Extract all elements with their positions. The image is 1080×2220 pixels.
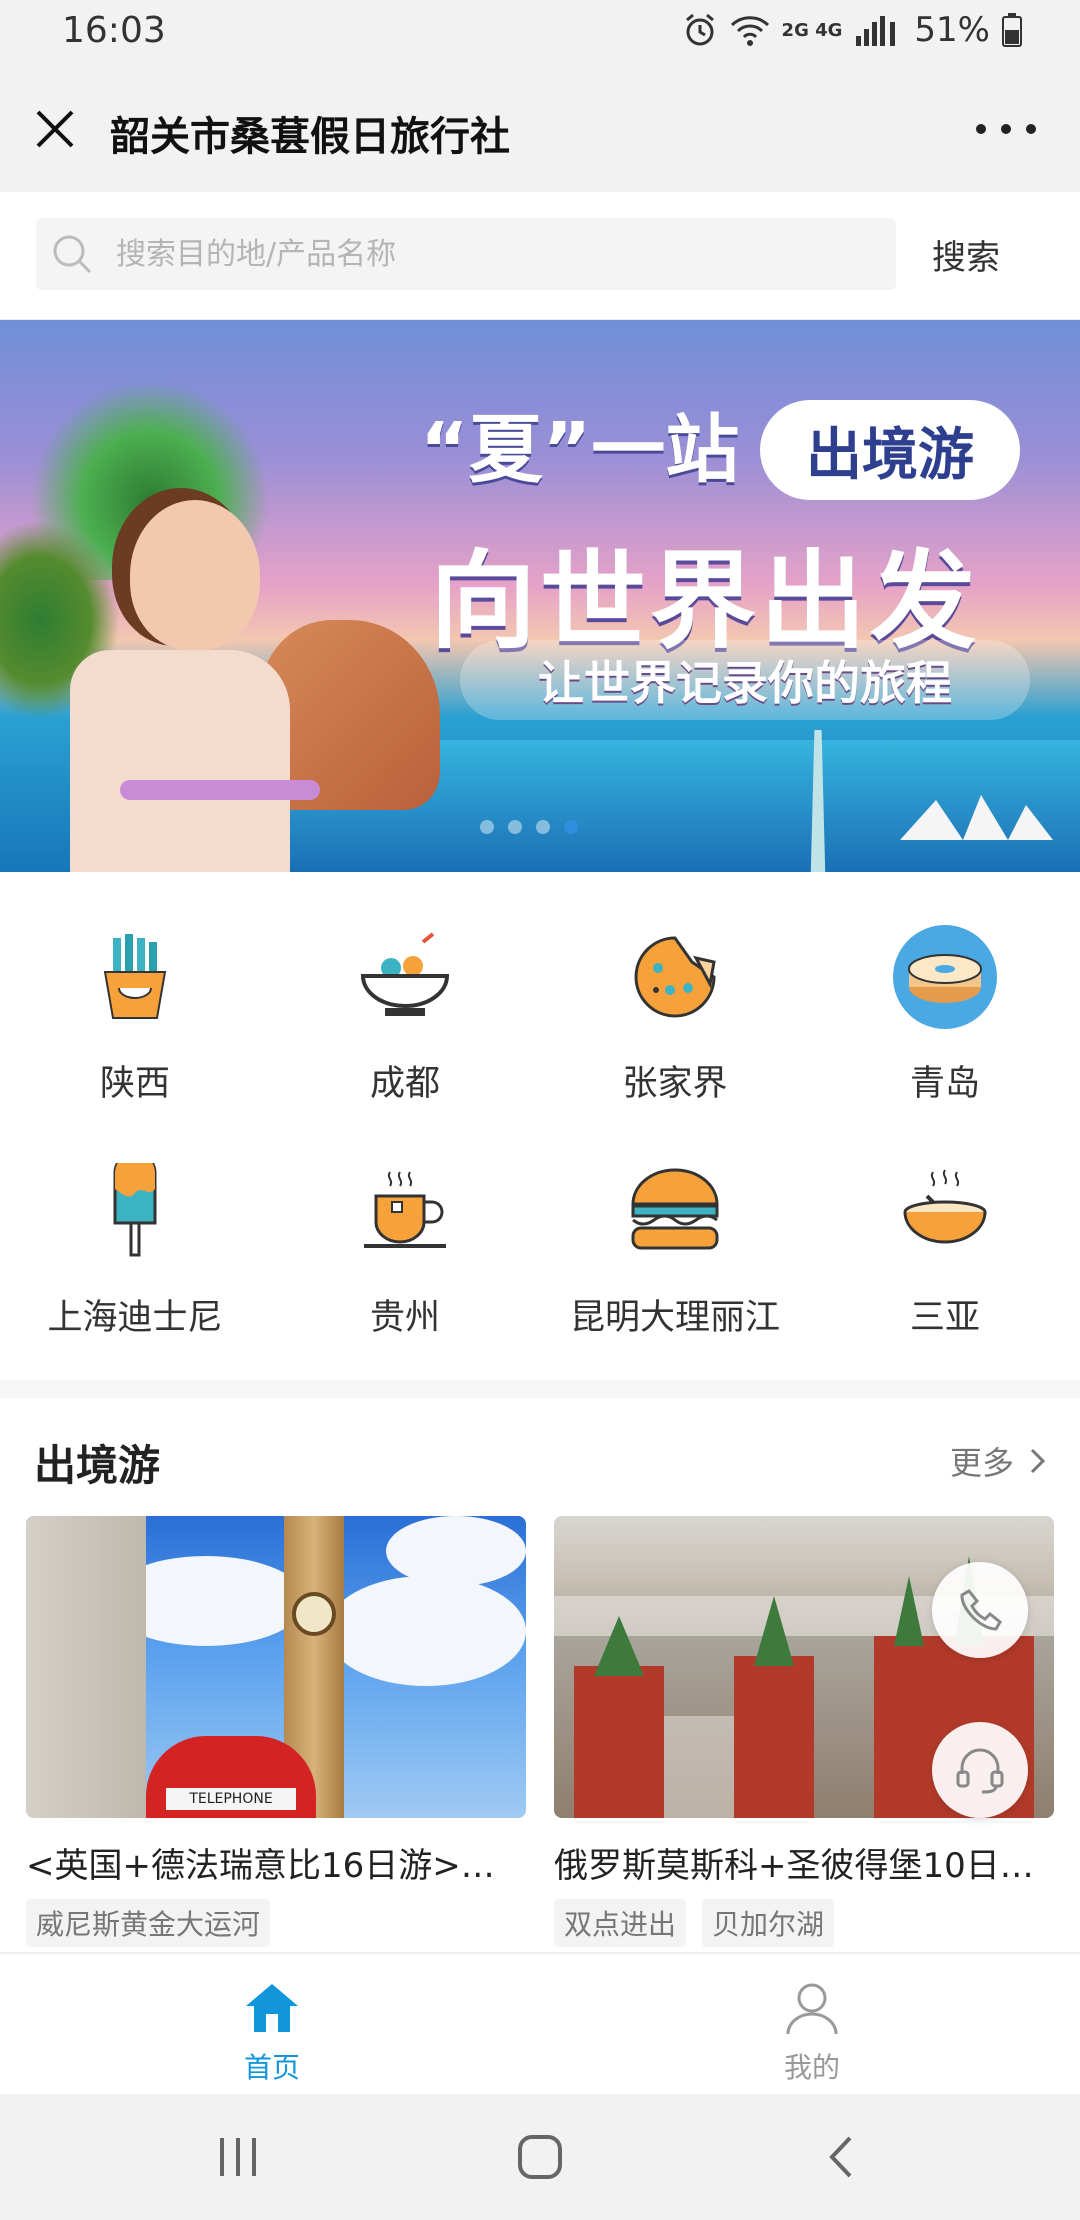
category-label: 陕西 (99, 1064, 170, 1104)
section-header: 出境游 更多 (0, 1398, 1080, 1510)
burger-icon (620, 1156, 730, 1265)
fries-icon (80, 922, 190, 1031)
chevron-right-icon (1030, 1448, 1046, 1474)
category-item[interactable]: 三亚 (810, 1106, 1080, 1340)
carousel-indicator (480, 820, 578, 834)
category-item[interactable]: 贵州 (270, 1106, 540, 1340)
category-item[interactable]: 青岛 (810, 872, 1080, 1106)
nav-home[interactable]: 首页 (172, 1964, 372, 2088)
product-title: <英国+德法瑞意比16日游>欧… (26, 1846, 526, 1886)
category-label: 三亚 (909, 1298, 980, 1338)
carousel-dot[interactable] (480, 820, 494, 834)
recent-apps-icon[interactable] (208, 2134, 268, 2180)
banner-headline-prefix: “夏”一站 (420, 407, 740, 493)
product-card[interactable]: TELEPHONE <英国+德法瑞意比16日游>欧… 威尼斯黄金大运河 (26, 1516, 526, 1947)
carousel-dot[interactable] (508, 820, 522, 834)
category-item[interactable]: 张家界 (540, 872, 810, 1106)
battery-icon (1002, 13, 1022, 47)
banner-woman-on-bike (10, 500, 290, 872)
category-label: 青岛 (909, 1064, 980, 1104)
page-title: 韶关市桑葚假日旅行社 (110, 114, 510, 160)
home-button-icon[interactable] (510, 2134, 570, 2180)
category-label: 张家界 (622, 1064, 728, 1104)
search-button[interactable]: 搜索 (900, 218, 1032, 290)
network-type-label: 2G 4G (781, 19, 843, 41)
home-icon (246, 1984, 298, 2032)
product-tags: 威尼斯黄金大运河 (26, 1899, 526, 1947)
bowl-icon (350, 922, 460, 1031)
nav-mine-label: 我的 (783, 2051, 840, 2084)
wifi-icon (730, 16, 769, 46)
category-label: 成都 (369, 1064, 440, 1104)
product-tag: 贝加尔湖 (702, 1899, 835, 1947)
close-icon[interactable] (28, 102, 82, 156)
more-dot-icon (976, 124, 986, 134)
back-icon[interactable] (812, 2134, 872, 2180)
carousel-dot[interactable] (536, 820, 550, 834)
product-tag: 威尼斯黄金大运河 (26, 1899, 271, 1947)
big-ben-image: TELEPHONE (26, 1516, 526, 1818)
product-list: TELEPHONE <英国+德法瑞意比16日游>欧… 威尼斯黄金大运河 俄罗斯莫… (0, 1510, 1080, 1950)
alarm-icon (685, 13, 714, 46)
porridge-icon (890, 1156, 1000, 1265)
clock-face-icon (292, 1592, 336, 1636)
cookie-icon (620, 922, 730, 1031)
category-item[interactable]: 陕西 (0, 872, 270, 1106)
category-label: 上海迪士尼 (47, 1298, 223, 1338)
promo-banner[interactable]: “夏”一站 出境游 向世界出发 让世界记录你的旅程 (0, 320, 1080, 872)
carousel-dot-active[interactable] (564, 820, 578, 834)
title-bar: 韶关市桑葚假日旅行社 (0, 66, 1080, 192)
popsicle-icon (80, 1156, 190, 1265)
user-icon (786, 1983, 838, 2035)
section-divider (0, 1380, 1080, 1398)
search-box[interactable] (36, 218, 896, 290)
phone-icon (960, 1589, 1002, 1631)
headset-icon (956, 1748, 1004, 1794)
system-nav-bar (0, 2094, 1080, 2220)
banner-pill: 出境游 (760, 400, 1020, 500)
booth-sign: TELEPHONE (166, 1788, 296, 1810)
status-icons: 2G 4G 51% (682, 10, 1022, 50)
banner-bike-handle (120, 780, 320, 800)
category-item[interactable]: 昆明大理丽江 (540, 1106, 810, 1340)
product-tag: 双点进出 (554, 1899, 687, 1947)
cake-icon (890, 922, 1000, 1031)
more-dot-icon (1001, 124, 1011, 134)
nav-mine[interactable]: 我的 (712, 1964, 912, 2088)
bottom-nav: 首页 我的 (0, 1952, 1080, 2094)
category-label: 昆明大理丽江 (569, 1298, 780, 1338)
more-link-label: 更多 (949, 1444, 1014, 1482)
customer-service-button[interactable] (932, 1722, 1028, 1818)
category-grid: 陕西 成都 张家界 青岛 上海迪士尼 贵州 昆明大理丽江 三亚 (0, 872, 1080, 1380)
battery-percent: 51% (914, 10, 990, 50)
status-bar: 16:03 2G 4G 51% (0, 0, 1080, 66)
banner-subheadline: 让世界记录你的旅程 (460, 640, 1030, 720)
search-input[interactable] (116, 228, 876, 280)
status-time: 16:03 (62, 10, 166, 51)
product-title: 俄罗斯莫斯科+圣彼得堡10日… (554, 1846, 1034, 1886)
nav-home-label: 首页 (243, 2051, 300, 2084)
search-icon (53, 235, 92, 274)
signal-icon (856, 16, 896, 46)
more-link[interactable]: 更多 (950, 1438, 1048, 1484)
section-title: 出境游 (34, 1441, 161, 1490)
tea-cup-icon (350, 1156, 460, 1265)
more-dot-icon (1026, 124, 1036, 134)
search-bar: 搜索 (0, 192, 1080, 320)
category-item[interactable]: 上海迪士尼 (0, 1106, 270, 1340)
category-label: 贵州 (369, 1298, 440, 1338)
more-menu-button[interactable] (976, 102, 1036, 156)
product-tags: 双点进出 贝加尔湖 (554, 1899, 1054, 1947)
category-item[interactable]: 成都 (270, 872, 540, 1106)
phone-call-button[interactable] (932, 1562, 1028, 1658)
